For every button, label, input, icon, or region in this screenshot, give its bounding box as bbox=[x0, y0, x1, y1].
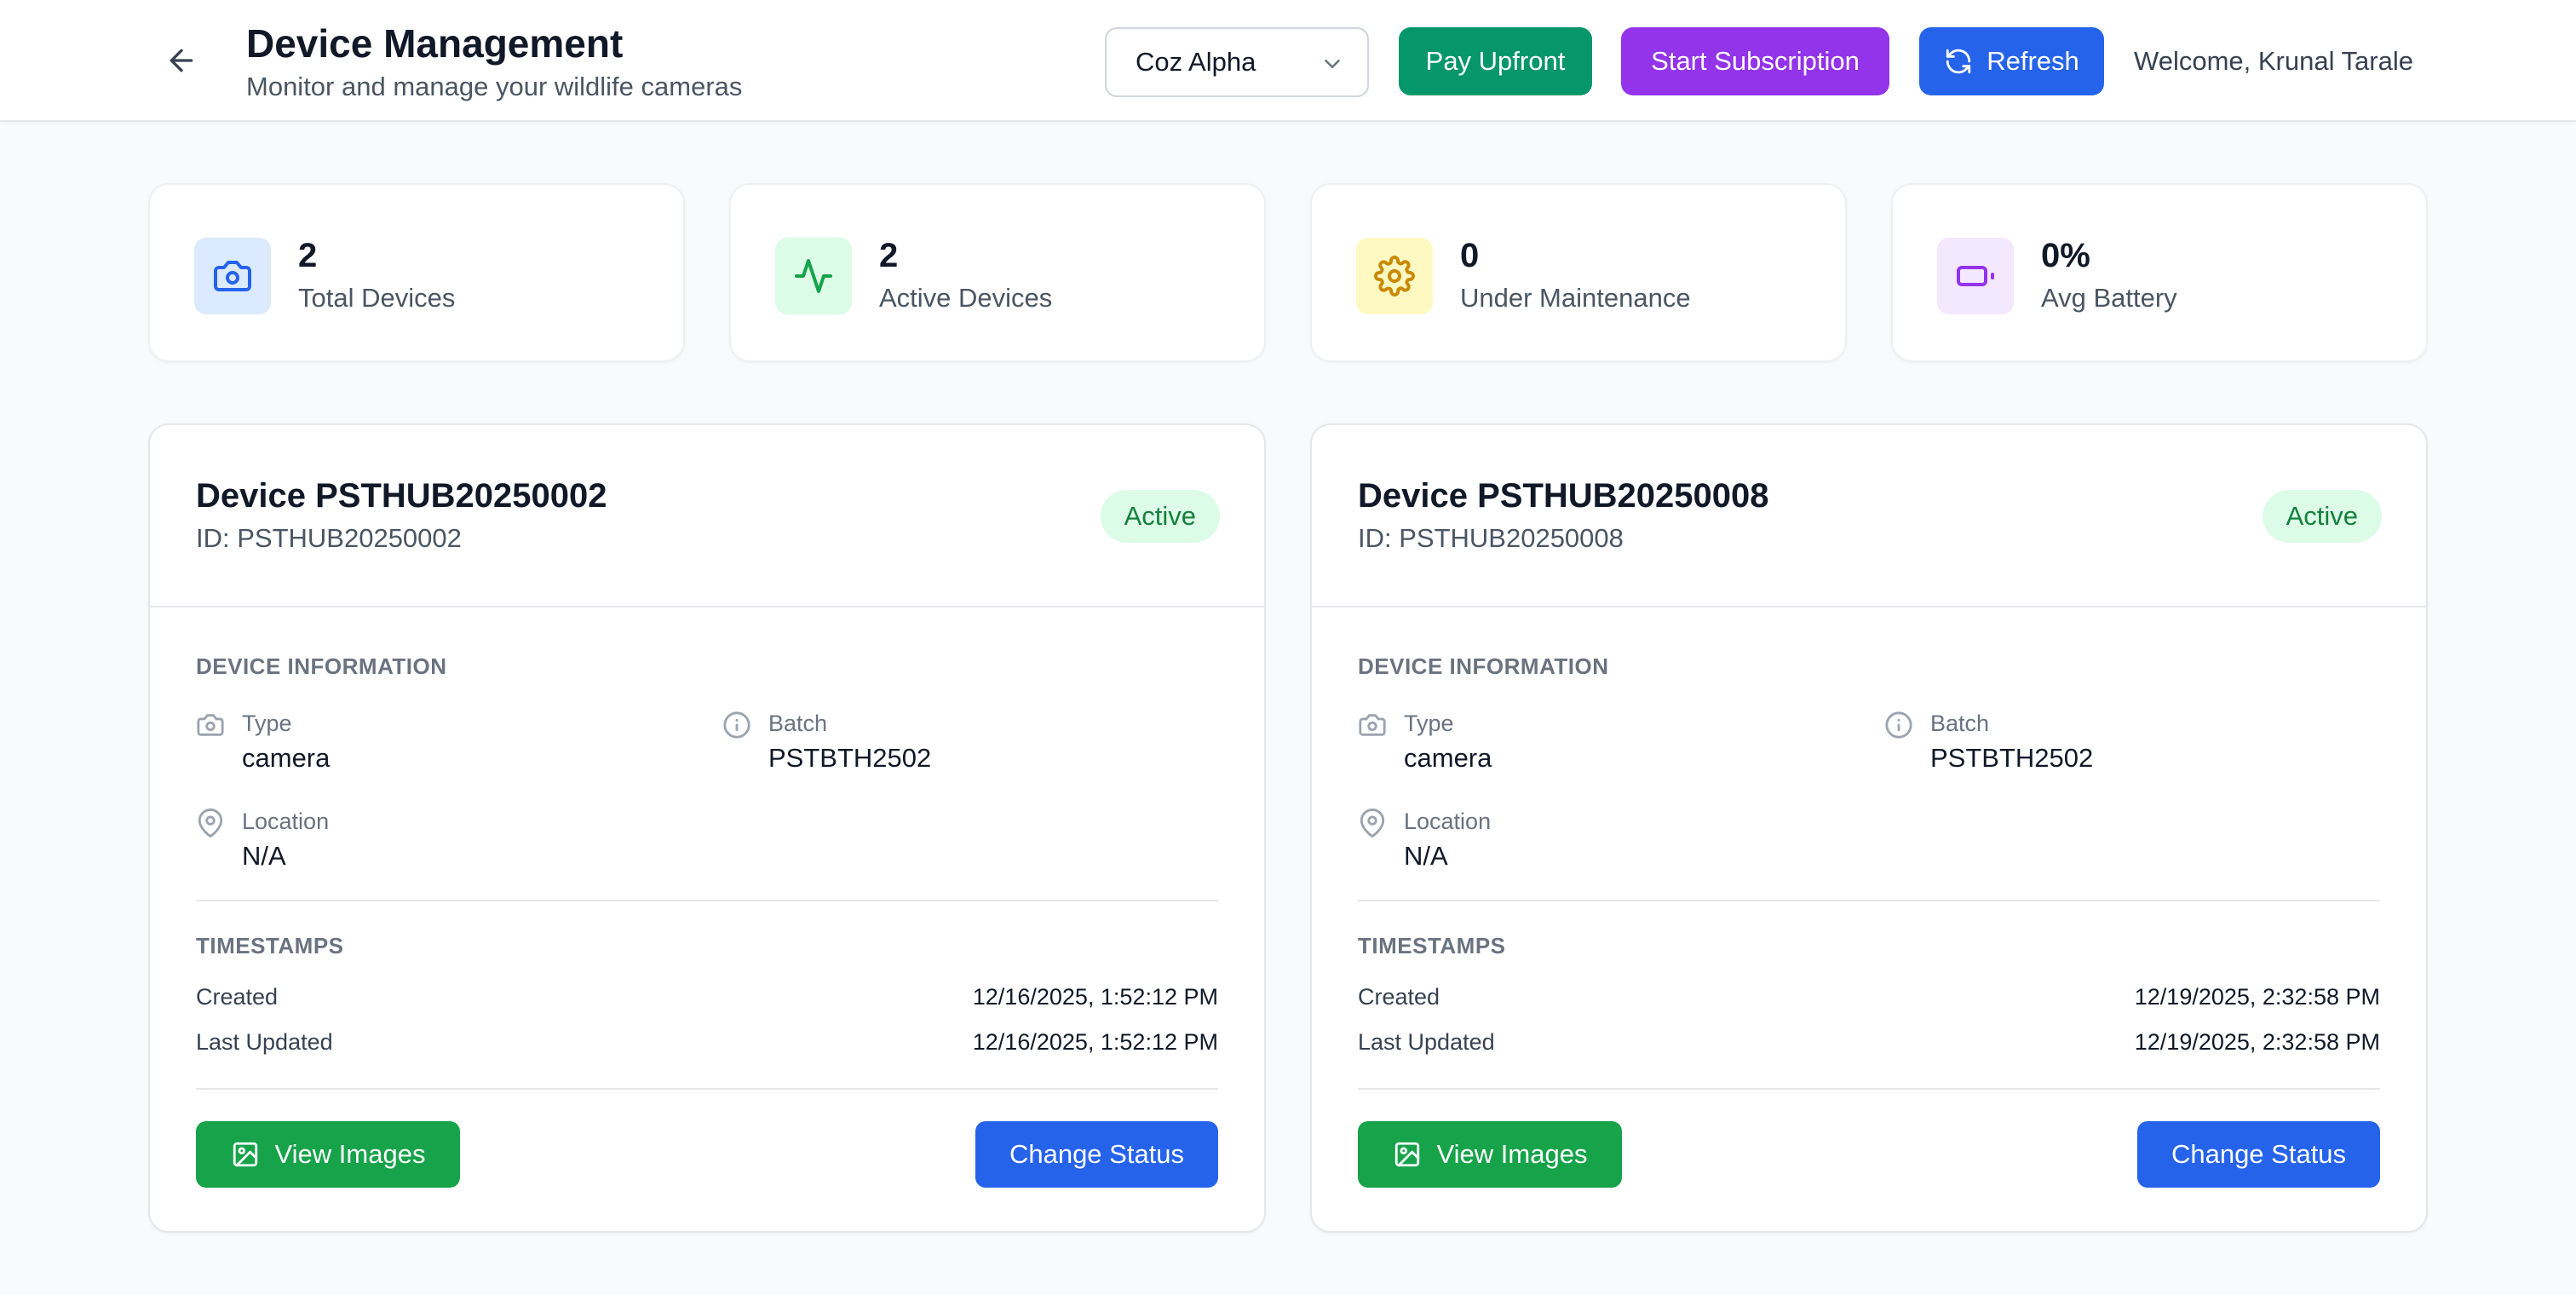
timestamps-heading: TIMESTAMPS bbox=[196, 933, 344, 958]
stat-label: Active Devices bbox=[879, 283, 1053, 313]
page-subtitle: Monitor and manage your wildlife cameras bbox=[246, 72, 743, 101]
status-badge: Active bbox=[1100, 490, 1220, 543]
device-batch-value: PSTBTH2502 bbox=[1930, 743, 2094, 773]
device-title: Device PSTHUB20250008 bbox=[1358, 477, 1769, 515]
camera-icon bbox=[1359, 714, 1386, 736]
image-icon bbox=[1394, 1142, 1419, 1167]
device-card-header: Device PSTHUB20250002 ID: PSTHUB20250002… bbox=[150, 425, 1264, 607]
stat-label: Under Maintenance bbox=[1460, 283, 1691, 313]
stat-value: 2 bbox=[879, 237, 899, 274]
device-type-value: camera bbox=[1404, 743, 1492, 773]
device-batch-label: Batch bbox=[1930, 711, 1990, 736]
organization-select-value: Coz Alpha bbox=[1136, 47, 1256, 77]
chevron-down-icon bbox=[1325, 60, 1340, 68]
gear-icon bbox=[1374, 256, 1415, 296]
device-information-heading: DEVICE INFORMATION bbox=[1358, 653, 1609, 679]
welcome-text: Welcome, Krunal Tarale bbox=[2134, 46, 2413, 76]
stat-card-active-devices: 2 Active Devices bbox=[729, 183, 1266, 362]
refresh-label: Refresh bbox=[1987, 46, 2079, 76]
device-type-value: camera bbox=[242, 743, 331, 773]
view-images-button[interactable]: View Images bbox=[196, 1121, 460, 1188]
camera-icon bbox=[197, 714, 224, 736]
change-status-label: Change Status bbox=[1009, 1139, 1185, 1169]
device-id: ID: PSTHUB20250008 bbox=[1358, 523, 1624, 553]
device-information-heading: DEVICE INFORMATION bbox=[196, 653, 447, 679]
view-images-label: View Images bbox=[1436, 1139, 1588, 1169]
organization-select[interactable]: Coz Alpha bbox=[1105, 27, 1369, 97]
stat-icon-box bbox=[1356, 238, 1433, 314]
device-batch-value: PSTBTH2502 bbox=[768, 743, 932, 773]
stat-card-under-maintenance: 0 Under Maintenance bbox=[1310, 183, 1847, 362]
device-type-label: Type bbox=[242, 711, 292, 736]
device-card: Device PSTHUB20250002 ID: PSTHUB20250002… bbox=[148, 423, 1266, 1233]
back-button[interactable] bbox=[162, 41, 201, 80]
image-icon bbox=[233, 1142, 257, 1167]
device-id: ID: PSTHUB20250002 bbox=[196, 523, 462, 553]
created-label: Created bbox=[1358, 984, 1440, 1010]
view-images-label: View Images bbox=[274, 1139, 426, 1169]
last-updated-value: 12/19/2025, 2:32:58 PM bbox=[2134, 1029, 2380, 1055]
map-pin-icon bbox=[1360, 809, 1385, 837]
camera-icon bbox=[214, 261, 251, 291]
stat-card-avg-battery: 0% Avg Battery bbox=[1891, 183, 2428, 362]
divider bbox=[1358, 900, 2380, 901]
stat-label: Total Devices bbox=[298, 283, 456, 313]
info-icon bbox=[723, 711, 750, 739]
last-updated-label: Last Updated bbox=[196, 1029, 333, 1055]
divider bbox=[1358, 1088, 2380, 1090]
created-value: 12/19/2025, 2:32:58 PM bbox=[2134, 984, 2380, 1010]
stat-label: Avg Battery bbox=[2041, 283, 2177, 313]
refresh-button[interactable]: Refresh bbox=[1919, 27, 2104, 95]
battery-icon bbox=[1957, 266, 1994, 286]
device-management-page: Device Management Monitor and manage you… bbox=[0, 0, 2576, 1295]
map-pin-icon bbox=[198, 809, 223, 837]
device-card: Device PSTHUB20250008 ID: PSTHUB20250008… bbox=[1310, 423, 2428, 1233]
device-location-label: Location bbox=[242, 809, 330, 834]
device-title: Device PSTHUB20250002 bbox=[196, 477, 607, 515]
device-location-value: N/A bbox=[242, 841, 286, 871]
stat-value: 2 bbox=[298, 237, 318, 274]
refresh-icon bbox=[1946, 49, 1971, 74]
divider bbox=[196, 1088, 1218, 1090]
pay-upfront-label: Pay Upfront bbox=[1425, 46, 1566, 76]
change-status-button[interactable]: Change Status bbox=[975, 1121, 1218, 1188]
stat-value: 0 bbox=[1460, 237, 1480, 274]
view-images-button[interactable]: View Images bbox=[1358, 1121, 1622, 1188]
last-updated-label: Last Updated bbox=[1358, 1029, 1495, 1055]
title-block: Device Management Monitor and manage you… bbox=[246, 19, 742, 106]
created-label: Created bbox=[196, 984, 279, 1010]
pay-upfront-button[interactable]: Pay Upfront bbox=[1399, 27, 1592, 95]
device-location-label: Location bbox=[1404, 809, 1492, 834]
stat-icon-box bbox=[1937, 238, 2014, 314]
start-subscription-label: Start Subscription bbox=[1651, 46, 1860, 76]
stat-icon-box bbox=[194, 238, 271, 314]
device-batch-label: Batch bbox=[768, 711, 828, 736]
page-title: Device Management bbox=[246, 21, 624, 66]
stat-icon-box bbox=[775, 238, 852, 314]
start-subscription-button[interactable]: Start Subscription bbox=[1621, 27, 1889, 95]
device-card-header: Device PSTHUB20250008 ID: PSTHUB20250008… bbox=[1312, 425, 2426, 607]
change-status-button[interactable]: Change Status bbox=[2137, 1121, 2380, 1188]
created-value: 12/16/2025, 1:52:12 PM bbox=[972, 984, 1218, 1010]
stat-card-total-devices: 2 Total Devices bbox=[148, 183, 685, 362]
last-updated-value: 12/16/2025, 1:52:12 PM bbox=[972, 1029, 1218, 1055]
arrow-left-icon bbox=[170, 49, 193, 72]
status-badge: Active bbox=[2262, 490, 2382, 543]
page-header: Device Management Monitor and manage you… bbox=[0, 0, 2576, 122]
stat-value: 0% bbox=[2041, 237, 2090, 274]
info-icon bbox=[1885, 711, 1912, 739]
timestamps-heading: TIMESTAMPS bbox=[1358, 933, 1506, 958]
device-type-label: Type bbox=[1404, 711, 1454, 736]
device-location-value: N/A bbox=[1404, 841, 1448, 871]
change-status-label: Change Status bbox=[2171, 1139, 2347, 1169]
activity-icon bbox=[795, 259, 832, 293]
divider bbox=[196, 900, 1218, 901]
